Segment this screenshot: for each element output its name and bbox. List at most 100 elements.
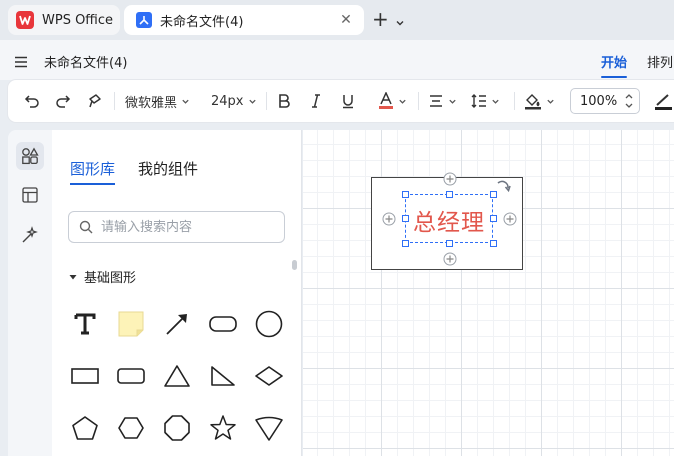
add-connector-icon[interactable] — [443, 172, 457, 186]
text-align-select[interactable] — [428, 91, 457, 111]
resize-handle[interactable] — [446, 191, 453, 198]
shape-arrow[interactable] — [157, 304, 197, 344]
shape-rounded-rectangle-2[interactable] — [111, 356, 151, 396]
diamond-icon — [255, 366, 283, 386]
tab-shape-library[interactable]: 图形库 — [70, 158, 116, 185]
hamburger-menu-icon[interactable] — [14, 53, 28, 72]
shape-right-triangle[interactable] — [203, 356, 243, 396]
tab-document-label: 未命名文件(4) — [160, 14, 244, 30]
caret-down-icon — [69, 274, 77, 279]
shape-star[interactable] — [203, 408, 243, 448]
add-connector-icon[interactable] — [382, 212, 396, 226]
resize-handle[interactable] — [402, 215, 409, 222]
toolbar-divider — [514, 92, 515, 110]
resize-handle[interactable] — [446, 240, 453, 247]
resize-handle[interactable] — [490, 215, 497, 222]
text-shape-icon — [74, 313, 96, 335]
close-icon[interactable]: ✕ — [338, 12, 354, 28]
node-label[interactable]: 总经理 — [411, 203, 487, 237]
side-icon-strip — [8, 130, 52, 456]
templates-button[interactable] — [16, 181, 44, 209]
magic-wand-icon — [22, 226, 38, 243]
stepper-icon[interactable] — [624, 92, 634, 110]
shape-inverted-shield[interactable] — [249, 408, 289, 448]
shape-diamond[interactable] — [249, 356, 289, 396]
rounded-rectangle-icon — [117, 368, 145, 384]
shape-octagon[interactable] — [157, 408, 197, 448]
diagram-file-icon — [136, 12, 152, 28]
resize-handle[interactable] — [402, 191, 409, 198]
fill-color-select[interactable] — [524, 91, 555, 111]
shape-text[interactable] — [65, 304, 105, 344]
font-family-value: 微软雅黑 — [125, 95, 178, 111]
menu-tab-start[interactable]: 开始 — [601, 52, 628, 78]
search-icon — [79, 220, 93, 234]
shape-circle[interactable] — [249, 304, 289, 344]
chevron-down-icon[interactable] — [395, 13, 405, 32]
shape-pentagon[interactable] — [65, 408, 105, 448]
rotate-handle-icon[interactable] — [495, 178, 511, 194]
hexagon-icon — [118, 417, 144, 439]
fill-bucket-icon — [525, 94, 541, 110]
tab-my-components[interactable]: 我的组件 — [138, 158, 198, 179]
align-center-icon — [430, 95, 442, 107]
shape-library-panel: 图形库 我的组件 基础图形 — [52, 130, 302, 456]
right-triangle-icon — [211, 366, 235, 386]
document-title[interactable]: 未命名文件(4) — [44, 52, 127, 71]
chevron-down-icon — [399, 99, 406, 104]
star-icon — [210, 415, 236, 440]
bold-icon[interactable] — [276, 91, 292, 111]
tab-wps-label: WPS Office — [42, 12, 114, 28]
line-spacing-icon — [471, 94, 486, 108]
shapes-library-button[interactable] — [16, 142, 44, 170]
add-connector-icon[interactable] — [503, 212, 517, 226]
shape-search-box[interactable] — [68, 211, 285, 243]
layout-template-icon — [22, 187, 38, 203]
add-connector-icon[interactable] — [443, 252, 457, 266]
ai-magic-button[interactable] — [16, 221, 44, 249]
formatting-toolbar: 微软雅黑 24px 100% — [8, 80, 674, 122]
title-bar: 未命名文件(4) 开始 排列 — [0, 40, 674, 80]
chevron-down-icon — [492, 99, 499, 104]
zoom-value: 100% — [580, 93, 618, 109]
font-color-select[interactable] — [378, 91, 407, 111]
toolbar-divider — [114, 92, 115, 110]
font-family-select[interactable]: 微软雅黑 — [125, 91, 190, 111]
resize-handle[interactable] — [402, 240, 409, 247]
font-size-value: 24px — [211, 93, 244, 109]
shape-hexagon[interactable] — [111, 408, 151, 448]
section-basic-shapes[interactable]: 基础图形 — [68, 267, 136, 286]
line-style-icon[interactable] — [654, 91, 672, 111]
circle-icon — [255, 310, 283, 338]
chevron-down-icon — [547, 99, 554, 104]
tab-wps-office[interactable]: WPS Office — [8, 5, 120, 35]
redo-icon[interactable] — [55, 91, 71, 111]
add-tab-icon[interactable]: + — [372, 9, 389, 29]
shape-rectangle[interactable] — [65, 356, 105, 396]
shape-note[interactable] — [111, 304, 151, 344]
panel-scrollbar[interactable] — [292, 260, 297, 270]
toolbar-divider — [418, 92, 419, 110]
search-input[interactable] — [101, 217, 276, 237]
inverted-shield-icon — [255, 416, 283, 441]
italic-icon[interactable] — [308, 91, 324, 111]
chevron-down-icon — [449, 99, 456, 104]
menu-tab-arrange[interactable]: 排列 — [647, 52, 673, 71]
underline-icon[interactable] — [340, 91, 356, 111]
pentagon-icon — [72, 416, 98, 440]
drawing-canvas[interactable]: 总经理 — [303, 130, 674, 456]
zoom-input[interactable]: 100% — [570, 88, 640, 114]
tab-document[interactable]: 未命名文件(4) ✕ — [124, 5, 364, 35]
undo-icon[interactable] — [24, 91, 40, 111]
line-spacing-select[interactable] — [471, 91, 500, 111]
shape-triangle[interactable] — [157, 356, 197, 396]
shape-rounded-rectangle[interactable] — [203, 304, 243, 344]
font-size-select[interactable]: 24px — [211, 91, 257, 111]
arrow-shape-icon — [166, 314, 187, 335]
section-basic-shapes-label: 基础图形 — [84, 271, 137, 286]
resize-handle[interactable] — [490, 240, 497, 247]
format-painter-icon[interactable] — [87, 91, 103, 111]
sticky-note-icon — [118, 311, 144, 337]
wps-logo-icon — [16, 11, 34, 29]
shapes-icon — [22, 147, 39, 165]
